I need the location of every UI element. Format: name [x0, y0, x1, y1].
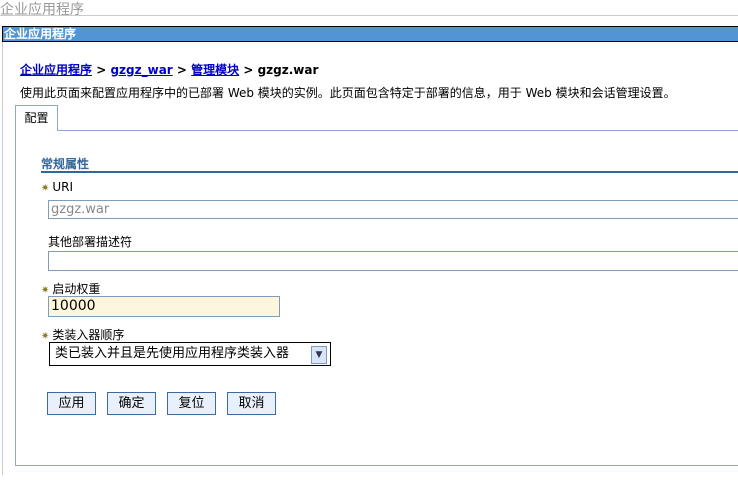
section-heading: 常规属性	[41, 157, 90, 171]
left-border	[2, 42, 3, 475]
page-title: 企业应用程序	[0, 2, 84, 18]
apply-button[interactable]: 应用	[47, 392, 96, 415]
uri-input[interactable]: gzgz.war	[48, 200, 738, 219]
section-divider	[41, 171, 738, 173]
required-icon: ✷	[41, 183, 50, 194]
required-icon: ✷	[41, 285, 50, 296]
breadcrumb-link-enterprise-apps[interactable]: 企业应用程序	[20, 63, 92, 77]
header-bar: 企业应用程序	[2, 26, 738, 42]
tab-configuration[interactable]: 配置	[15, 105, 58, 131]
breadcrumb-link-gzgz-war[interactable]: gzgz_war	[110, 63, 172, 77]
chevron-down-icon[interactable]: ▼	[311, 346, 327, 364]
classloader-order-label: ✷ 类装入器顺序	[41, 326, 124, 343]
title-divider	[0, 15, 738, 16]
startup-weight-input[interactable]: 10000	[48, 296, 280, 317]
required-icon: ✷	[41, 331, 50, 342]
breadcrumb-separator: >	[176, 63, 187, 77]
breadcrumb: 企业应用程序 > gzgz_war > 管理模块 > gzgz.war	[20, 61, 318, 78]
other-descriptor-input[interactable]	[48, 251, 738, 271]
startup-weight-label-text: 启动权重	[52, 282, 101, 296]
breadcrumb-link-manage-modules[interactable]: 管理模块	[191, 63, 239, 77]
breadcrumb-separator: >	[243, 63, 254, 77]
reset-button[interactable]: 复位	[167, 392, 216, 415]
other-descriptor-label: 其他部署描述符	[48, 235, 133, 249]
ok-button[interactable]: 确定	[107, 392, 156, 415]
uri-label: ✷ URI	[41, 180, 73, 194]
startup-weight-label: ✷ 启动权重	[41, 280, 100, 297]
classloader-order-label-text: 类装入器顺序	[52, 328, 125, 342]
breadcrumb-current: gzgz.war	[257, 63, 319, 77]
cancel-button[interactable]: 取消	[227, 392, 276, 415]
page-description: 使用此页面来配置应用程序中的已部署 Web 模块的实例。此页面包含特定于部署的信…	[20, 86, 676, 100]
uri-label-text: URI	[52, 180, 74, 194]
breadcrumb-separator: >	[96, 63, 107, 77]
classloader-order-value: 类已装入并且是先使用应用程序类装入器	[55, 346, 290, 361]
classloader-order-select[interactable]: 类已装入并且是先使用应用程序类装入器 ▼	[49, 342, 331, 366]
